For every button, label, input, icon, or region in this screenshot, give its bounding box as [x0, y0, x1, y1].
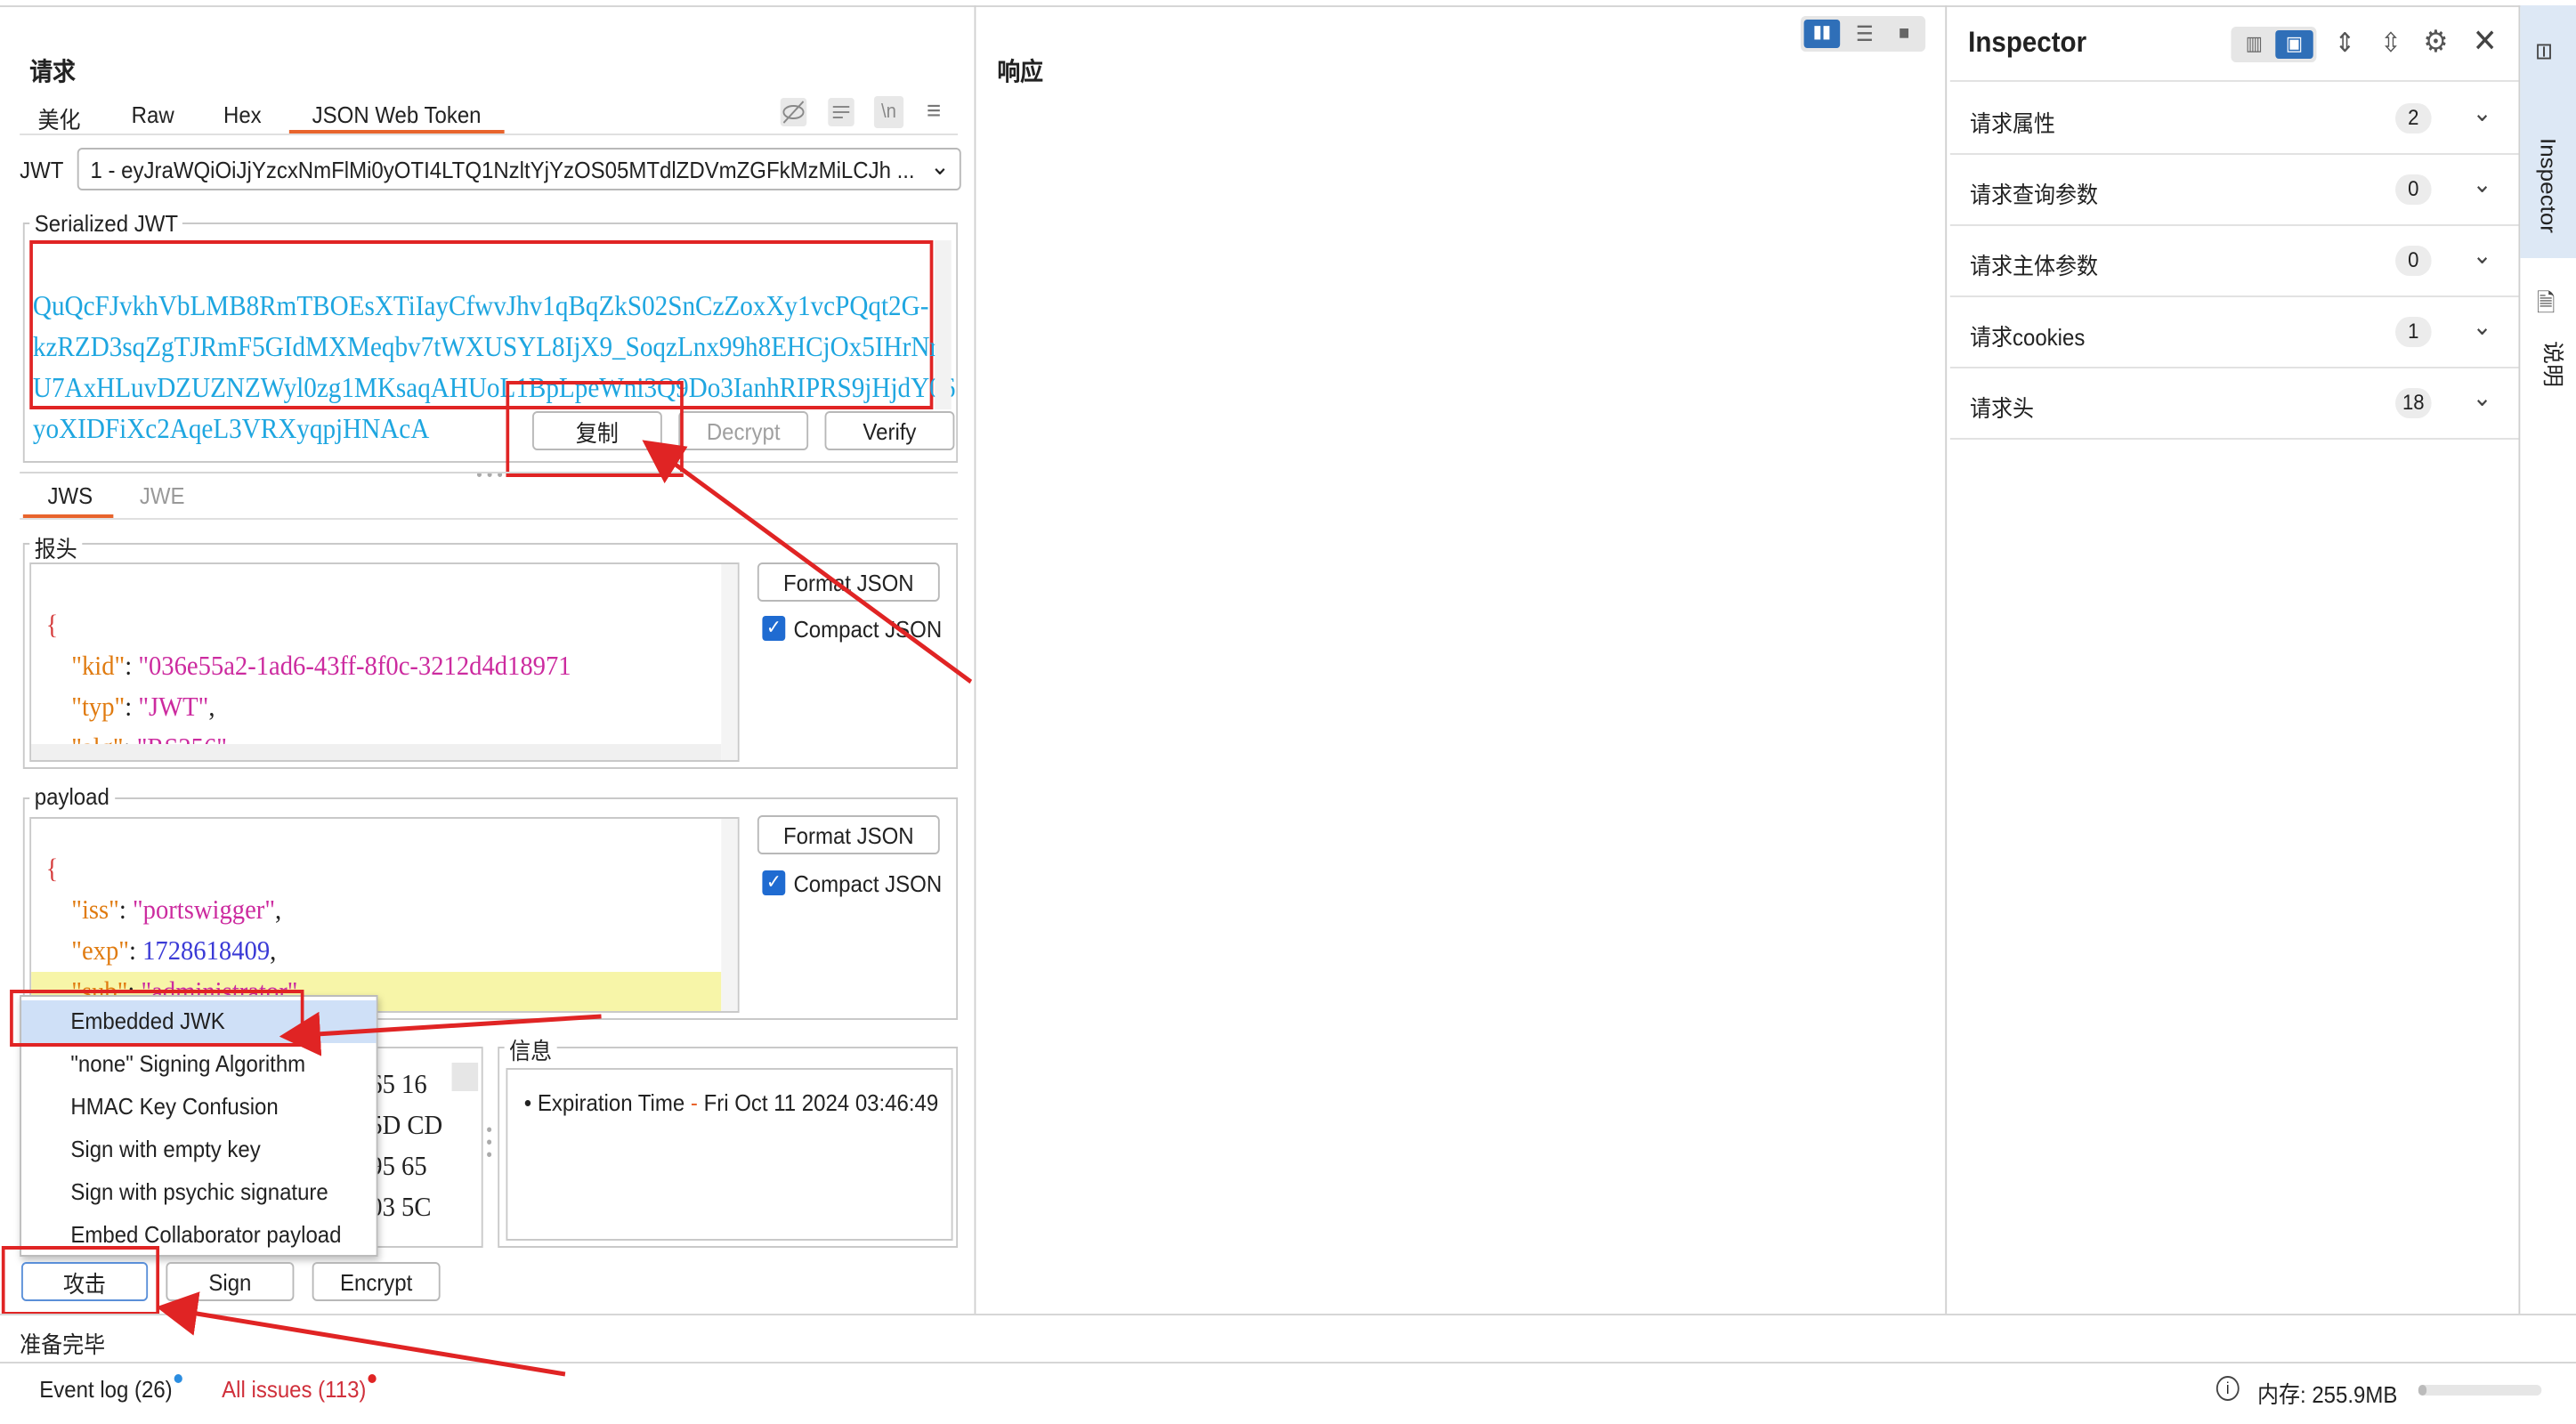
annotation-arrows [156, 440, 973, 1377]
arrow-to-attack [156, 1291, 566, 1377]
arrow-to-embedded-jwk [279, 1011, 602, 1056]
arrow-to-copy [642, 440, 973, 684]
